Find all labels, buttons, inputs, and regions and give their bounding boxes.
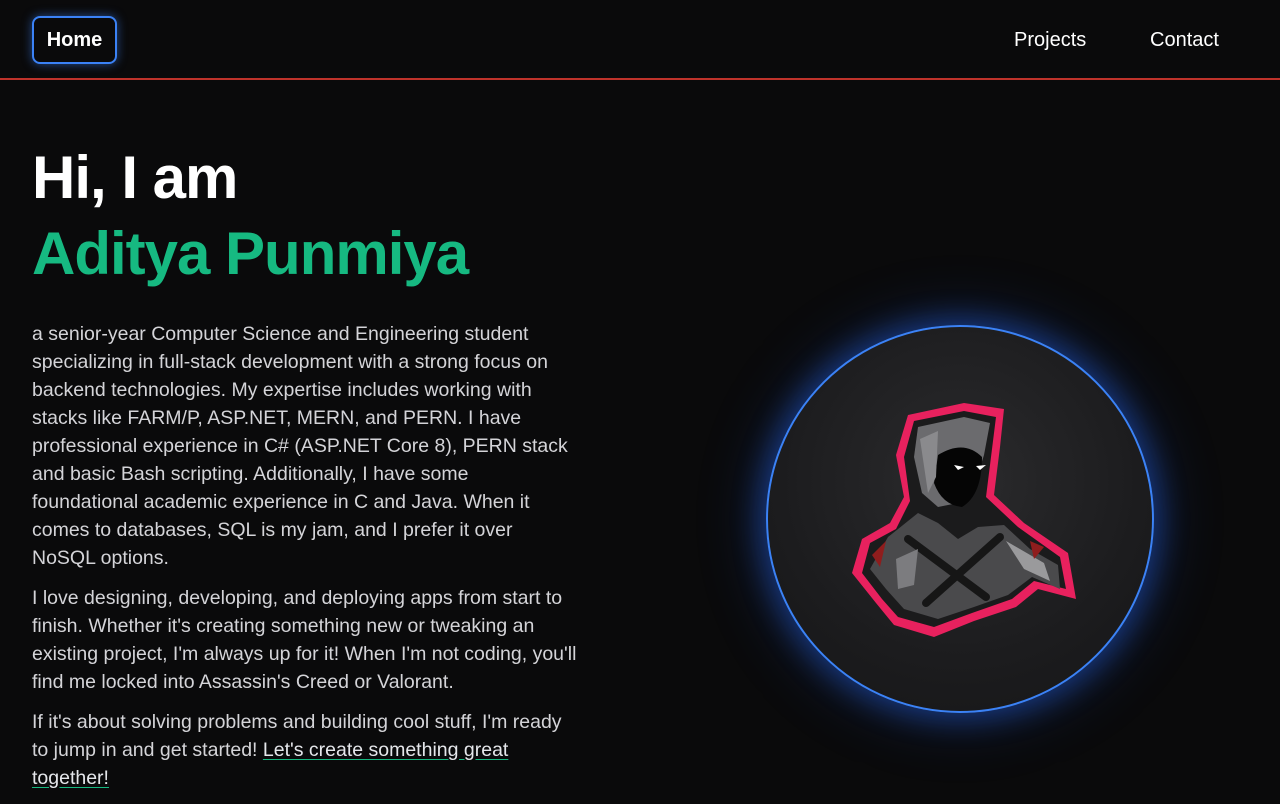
nav-projects-link[interactable]: Projects <box>1014 26 1086 54</box>
nav-contact-link[interactable]: Contact <box>1150 26 1219 54</box>
hooded-assassin-avatar-icon <box>852 403 1076 637</box>
bio-paragraph-2: I love designing, developing, and deploy… <box>32 587 577 693</box>
navbar: Home Projects Contact <box>0 0 1280 80</box>
hero-name: Aditya Punmiya <box>32 220 469 287</box>
hero-greeting: Hi, I am <box>32 144 238 211</box>
bio-paragraph-1: a senior-year Computer Science and Engin… <box>32 323 568 569</box>
hero-section: Hi, I am Aditya Punmiya a senior-year Co… <box>32 142 592 804</box>
nav-home-button[interactable]: Home <box>32 16 117 64</box>
bio-paragraph-3: If it's about solving problems and build… <box>32 708 580 792</box>
avatar <box>766 325 1154 713</box>
bio: a senior-year Computer Science and Engin… <box>32 320 580 792</box>
